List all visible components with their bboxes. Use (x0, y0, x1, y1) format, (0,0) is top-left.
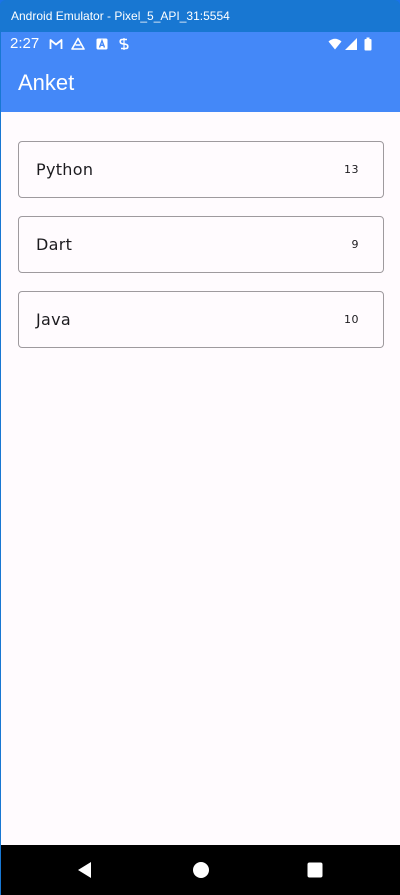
app-icon (96, 38, 108, 50)
back-icon[interactable] (73, 858, 97, 882)
window-title: Android Emulator - Pixel_5_API_31:5554 (0, 0, 400, 32)
page-title: Anket (18, 70, 75, 95)
app-bar: Anket (1, 57, 400, 112)
battery-icon (364, 37, 372, 51)
poll-item-label: Python (36, 160, 94, 179)
recents-icon[interactable] (303, 858, 327, 882)
poll-item-count: 9 (351, 238, 359, 251)
navigation-bar (1, 845, 400, 895)
home-icon[interactable] (189, 858, 213, 882)
poll-item-dart[interactable]: Dart 9 (18, 216, 384, 273)
poll-item-label: Dart (36, 235, 73, 254)
drive-icon (71, 37, 85, 50)
signal-icon (345, 38, 357, 50)
device-screen: 2:27 Anket Python 13 Dart 9 Java 10 (1, 32, 400, 895)
poll-item-count: 10 (344, 313, 359, 326)
poll-item-java[interactable]: Java 10 (18, 291, 384, 348)
wifi-icon (328, 38, 342, 50)
poll-item-count: 13 (344, 163, 359, 176)
poll-list: Python 13 Dart 9 Java 10 (18, 141, 384, 366)
gmail-icon (49, 39, 63, 49)
poll-item-python[interactable]: Python 13 (18, 141, 384, 198)
status-bar: 2:27 (1, 32, 400, 57)
emulator-window: Android Emulator - Pixel_5_API_31:5554 2… (0, 0, 400, 895)
s-icon (119, 38, 129, 50)
poll-item-label: Java (36, 310, 71, 329)
status-time: 2:27 (10, 35, 40, 52)
